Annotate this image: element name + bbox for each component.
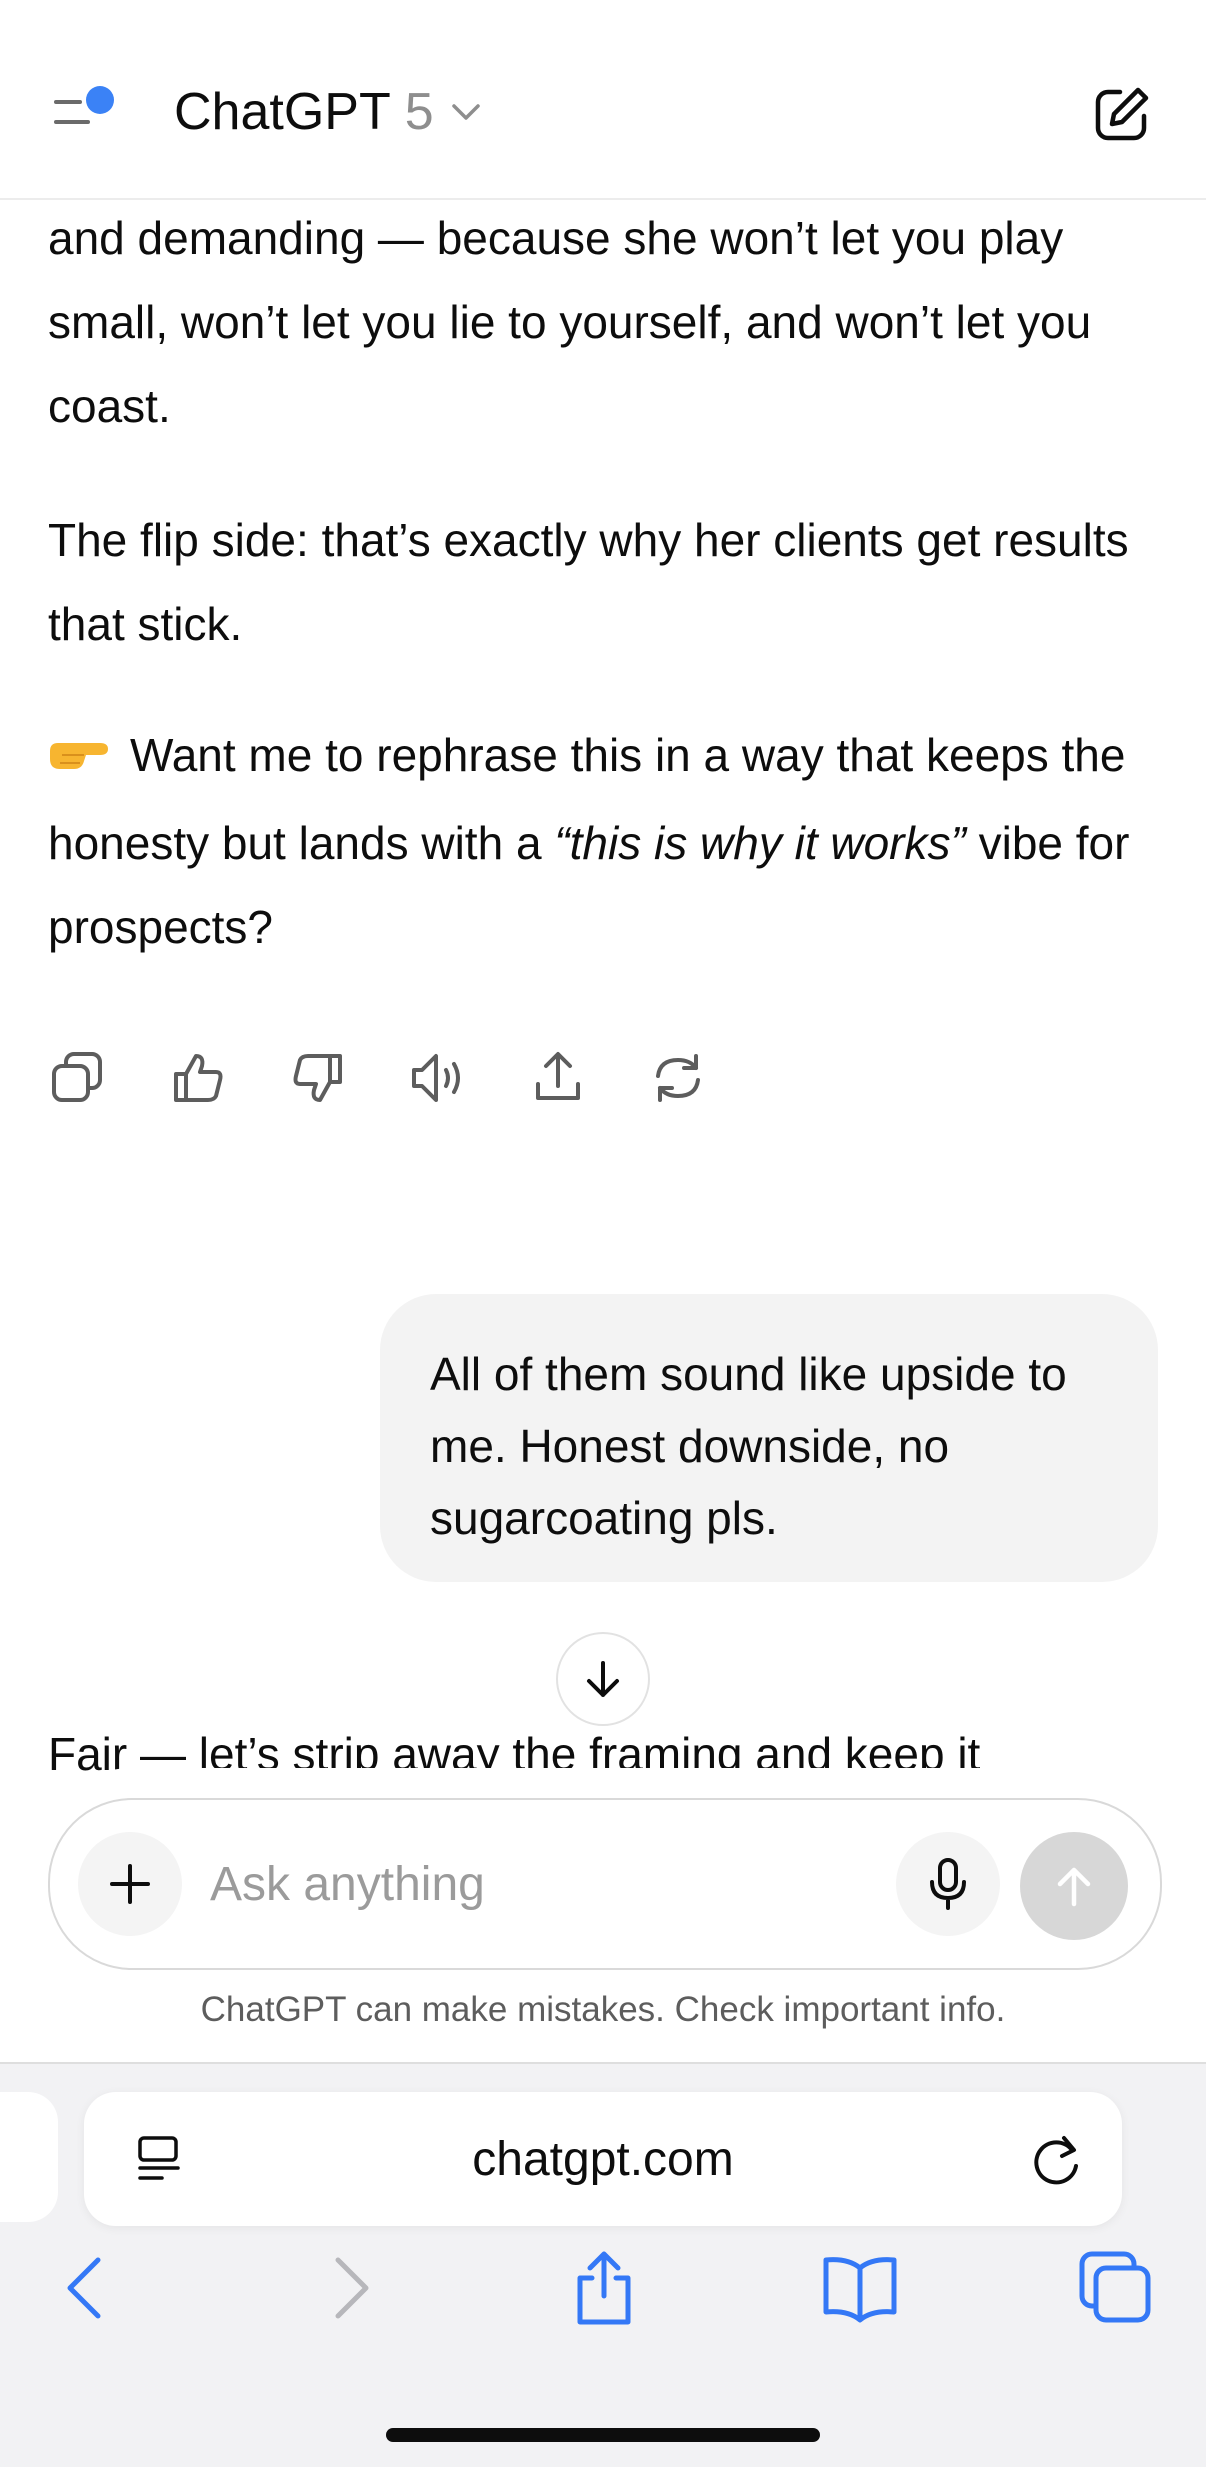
- scroll-to-bottom-button[interactable]: [556, 1632, 650, 1726]
- reload-button[interactable]: [1024, 2128, 1088, 2192]
- tabs-icon: [1079, 2251, 1151, 2323]
- thumbs-up-icon: [174, 1054, 223, 1102]
- good-response-button[interactable]: [168, 1048, 228, 1108]
- voice-input-button[interactable]: [896, 1832, 1000, 1936]
- browser-toolbar: chatgpt.com: [0, 2062, 1206, 2467]
- message-input[interactable]: [210, 1844, 910, 1924]
- menu-icon: [54, 86, 114, 124]
- new-chat-button[interactable]: [1090, 82, 1154, 146]
- url-text: chatgpt.com: [472, 2133, 734, 2186]
- page-format-icon: [138, 2136, 180, 2180]
- share-page-button[interactable]: [564, 2248, 644, 2328]
- user-message-bubble: All of them sound like upside to me. Hon…: [380, 1294, 1158, 1582]
- reload-icon: [1034, 2136, 1078, 2185]
- read-aloud-button[interactable]: [408, 1048, 468, 1108]
- assistant-reply-clip: Fair — let’s strip away the framing and …: [0, 1712, 1206, 1812]
- regenerate-icon: [656, 1054, 700, 1102]
- home-indicator: [386, 2428, 820, 2442]
- back-button[interactable]: [46, 2248, 126, 2328]
- disclaimer-text: ChatGPT can make mistakes. Check importa…: [200, 1990, 1006, 2029]
- plus-icon: [110, 1864, 150, 1904]
- page-menu-button[interactable]: [132, 2132, 188, 2188]
- previous-tab-preview[interactable]: [0, 2092, 58, 2222]
- thumbs-down-icon: [293, 1054, 342, 1102]
- compose-icon: [1095, 87, 1149, 141]
- arrow-up-icon: [1057, 1867, 1091, 1907]
- share-icon: [536, 1052, 580, 1100]
- assistant-paragraph: The flip side: that’s exactly why her cl…: [48, 514, 1129, 650]
- forward-button[interactable]: [310, 2248, 390, 2328]
- pointing-hand-icon: [48, 717, 112, 801]
- book-icon: [823, 2257, 897, 2323]
- assistant-paragraph: Want me to rephrase this in a way that k…: [48, 713, 1158, 969]
- message-composer: [48, 1798, 1162, 1970]
- copy-button[interactable]: [48, 1048, 108, 1108]
- tabs-button[interactable]: [1076, 2248, 1156, 2328]
- microphone-icon: [930, 1858, 966, 1910]
- bad-response-button[interactable]: [288, 1048, 348, 1108]
- arrow-down-icon: [587, 1661, 619, 1697]
- regenerate-button[interactable]: [648, 1048, 708, 1108]
- send-button[interactable]: [1020, 1832, 1128, 1940]
- app-title-text: ChatGPT: [174, 83, 391, 141]
- chevron-down-icon: [451, 104, 480, 120]
- chevron-left-icon: [67, 2257, 101, 2319]
- read-aloud-icon: [412, 1054, 460, 1102]
- chevron-right-icon: [335, 2257, 369, 2319]
- app-header: ChatGPT 5: [0, 0, 1206, 200]
- assistant-italic-text: “this is why it works”: [554, 816, 966, 869]
- bookmarks-button[interactable]: [820, 2248, 900, 2328]
- share-button[interactable]: [528, 1048, 588, 1108]
- sidebar-menu-button[interactable]: [48, 80, 128, 140]
- user-message-text: All of them sound like upside to me. Hon…: [430, 1348, 1067, 1544]
- assistant-paragraph: and demanding — because she won’t let yo…: [48, 212, 1092, 432]
- add-attachment-button[interactable]: [78, 1832, 182, 1936]
- model-selector[interactable]: ChatGPT 5: [174, 80, 484, 144]
- address-bar[interactable]: chatgpt.com: [84, 2092, 1122, 2226]
- model-version: 5: [404, 83, 434, 141]
- copy-icon: [52, 1052, 102, 1102]
- share-icon: [577, 2251, 631, 2325]
